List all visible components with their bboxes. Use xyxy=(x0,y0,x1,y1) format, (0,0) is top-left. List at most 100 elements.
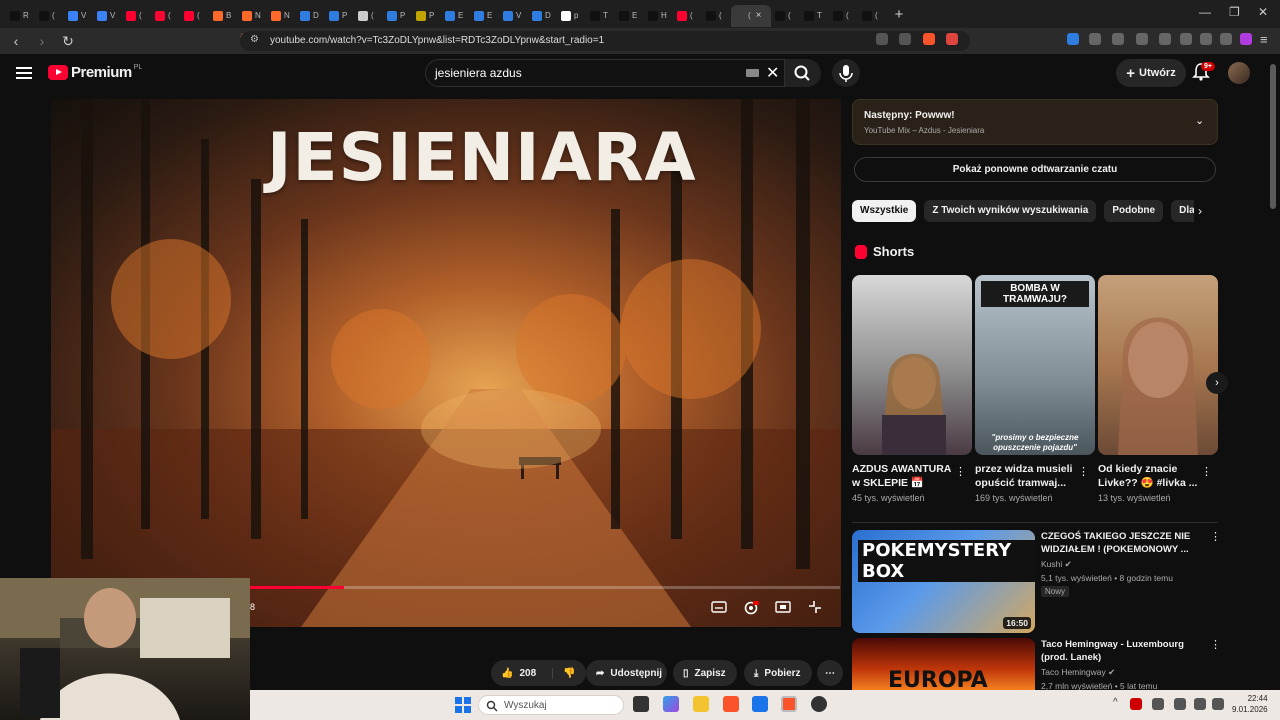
more-vert-icon[interactable]: ⋮ xyxy=(955,465,966,478)
reload-icon[interactable]: ↻ xyxy=(58,33,78,50)
browser-tab[interactable]: ( xyxy=(122,5,151,27)
browser-menu-icon[interactable]: ≡ xyxy=(1260,32,1268,47)
close-window-icon[interactable]: ✕ xyxy=(1258,5,1268,19)
video-title[interactable]: CZEGOŚ TAKIEGO JESZCZE NIE WIDZIAŁEM ! (… xyxy=(1041,530,1201,556)
browser-tab[interactable]: N xyxy=(267,5,296,27)
short-title[interactable]: AZDUS AWANTURA w SKLEPIE 📅 xyxy=(852,462,954,490)
channel-name[interactable]: Kushi ✔ xyxy=(1041,559,1072,570)
more-actions-button[interactable]: ⋯ xyxy=(817,660,843,686)
browser-tab[interactable]: V xyxy=(64,5,93,27)
menu-icon[interactable] xyxy=(16,64,32,82)
reading-list-icon[interactable] xyxy=(1136,33,1148,45)
tray-expand-icon[interactable]: ^ xyxy=(1113,697,1118,708)
keyboard-icon[interactable] xyxy=(746,69,759,77)
short-thumbnail[interactable] xyxy=(1098,275,1218,455)
cast-icon[interactable] xyxy=(876,33,888,45)
vpn-icon[interactable] xyxy=(1220,33,1232,45)
more-vert-icon[interactable]: ⋮ xyxy=(1210,530,1221,543)
store-icon[interactable] xyxy=(752,696,768,712)
obs-icon[interactable] xyxy=(811,696,827,712)
browser-tab[interactable]: P xyxy=(412,5,441,27)
more-vert-icon[interactable]: ⋮ xyxy=(1201,465,1212,478)
browser-tab[interactable]: ( xyxy=(35,5,64,27)
clear-search-icon[interactable]: ✕ xyxy=(766,63,779,83)
avatar[interactable] xyxy=(1228,62,1250,84)
playlist-next-panel[interactable]: Następny: Powww! YouTube Mix – Azdus - J… xyxy=(852,99,1218,145)
share-icon[interactable] xyxy=(899,33,911,45)
history-icon[interactable] xyxy=(1112,33,1124,45)
filter-chip[interactable]: Podobne xyxy=(1104,200,1164,222)
browser-tab[interactable]: P xyxy=(325,5,354,27)
more-vert-icon[interactable]: ⋮ xyxy=(1078,465,1089,478)
show-chat-replay-button[interactable]: Pokaż ponowne odtwarzanie czatu xyxy=(854,157,1216,182)
wallet-icon[interactable] xyxy=(1180,33,1192,45)
browser-tab[interactable]: ( xyxy=(151,5,180,27)
search-input[interactable]: jesieniera azdus ✕ xyxy=(425,59,785,87)
brave-window-icon[interactable] xyxy=(781,696,797,712)
volume-icon[interactable] xyxy=(1212,698,1224,710)
short-card[interactable]: BOMBA W TRAMWAJU? "prosimy o bezpieczne … xyxy=(975,275,1095,503)
tray-app-icon[interactable] xyxy=(1152,698,1164,710)
browser-tab[interactable]: V xyxy=(93,5,122,27)
browser-tab[interactable]: N xyxy=(238,5,267,27)
dislike-icon[interactable]: 👎 xyxy=(552,667,576,679)
chevron-right-icon[interactable]: › xyxy=(1198,204,1202,218)
voice-search-button[interactable] xyxy=(832,59,860,87)
share-button[interactable]: ➦ Udostępnij xyxy=(586,660,667,686)
leo-icon[interactable] xyxy=(1200,33,1212,45)
video-player[interactable]: JESIENIARA xyxy=(51,99,841,627)
short-card[interactable]: AZDUS AWANTURA w SKLEPIE 📅 45 tys. wyświ… xyxy=(852,275,972,503)
more-vert-icon[interactable]: ⋮ xyxy=(1210,638,1221,651)
browser-tab[interactable]: ( xyxy=(702,5,731,27)
browser-tab[interactable]: B xyxy=(209,5,238,27)
video-title[interactable]: Taco Hemingway - Luxembourg (prod. Lanek… xyxy=(1041,638,1201,664)
save-button[interactable]: ▯ Zapisz xyxy=(673,660,737,686)
browser-tab[interactable]: D xyxy=(528,5,557,27)
short-card[interactable]: Od kiedy znacie Livke?? 😍 #livka ... 13 … xyxy=(1098,275,1218,503)
browser-tab[interactable]: P xyxy=(383,5,412,27)
chevron-down-icon[interactable]: ⌄ xyxy=(1195,114,1204,127)
browser-tab[interactable]: T xyxy=(800,5,829,27)
brave-browser-icon[interactable] xyxy=(723,696,739,712)
taskbar-search-input[interactable]: Wyszukaj xyxy=(478,695,624,715)
browser-tab[interactable]: ( xyxy=(829,5,858,27)
profile-icon[interactable] xyxy=(1240,33,1252,45)
browser-tab[interactable]: H xyxy=(644,5,673,27)
tray-app-icon[interactable] xyxy=(1130,698,1142,710)
like-icon[interactable]: 👍 xyxy=(501,668,513,679)
maximize-icon[interactable]: ❐ xyxy=(1229,5,1240,19)
filter-chip[interactable]: Wszystkie xyxy=(852,200,917,222)
site-info-icon[interactable]: ⚙ xyxy=(250,34,259,45)
minimize-icon[interactable]: — xyxy=(1199,5,1211,19)
browser-tab[interactable]: E xyxy=(615,5,644,27)
youtube-logo[interactable]: Premium PL xyxy=(48,64,142,81)
browser-tab[interactable]: ( xyxy=(771,5,800,27)
back-icon[interactable]: ‹ xyxy=(6,33,26,49)
video-thumbnail[interactable]: EUROPA xyxy=(852,638,1035,690)
short-thumbnail[interactable]: BOMBA W TRAMWAJU? "prosimy o bezpieczne … xyxy=(975,275,1095,455)
short-title[interactable]: przez widza musieli opuścić tramwaj... xyxy=(975,462,1077,490)
browser-tab[interactable]: ( xyxy=(354,5,383,27)
brave-shield-icon[interactable] xyxy=(923,33,935,45)
recommended-video[interactable]: EUROPA Taco Hemingway - Luxembourg (prod… xyxy=(852,638,1221,690)
video-thumbnail[interactable]: POKEMYSTERY BOX 16:50 xyxy=(852,530,1035,633)
browser-tab[interactable]: D xyxy=(296,5,325,27)
file-explorer-icon[interactable] xyxy=(693,696,709,712)
browser-tab[interactable]: V xyxy=(499,5,528,27)
miniplayer-icon[interactable] xyxy=(775,600,791,614)
fullscreen-exit-icon[interactable] xyxy=(808,600,822,614)
forward-icon[interactable]: › xyxy=(32,33,52,49)
browser-tab[interactable]: E xyxy=(470,5,499,27)
browser-tab[interactable]: R xyxy=(6,5,35,27)
browser-tab[interactable]: E xyxy=(441,5,470,27)
filter-chip[interactable]: Z Twoich wyników wyszukiwania xyxy=(924,200,1097,222)
address-bar[interactable]: ⚙ youtube.com/watch?v=Tc3ZoDLYpnw&list=R… xyxy=(240,31,970,51)
scrollbar[interactable] xyxy=(1270,64,1276,209)
browser-tab[interactable]: T xyxy=(586,5,615,27)
filter-chip[interactable]: Dla Ciebie xyxy=(1171,200,1194,222)
task-view-icon[interactable] xyxy=(633,696,649,712)
network-icon[interactable] xyxy=(1194,698,1206,710)
recommended-video[interactable]: POKEMYSTERY BOX 16:50 CZEGOŚ TAKIEGO JES… xyxy=(852,530,1221,634)
taskbar-clock[interactable]: 22:44 9.01.2026 xyxy=(1232,693,1268,715)
windows-start-icon[interactable] xyxy=(455,697,471,713)
